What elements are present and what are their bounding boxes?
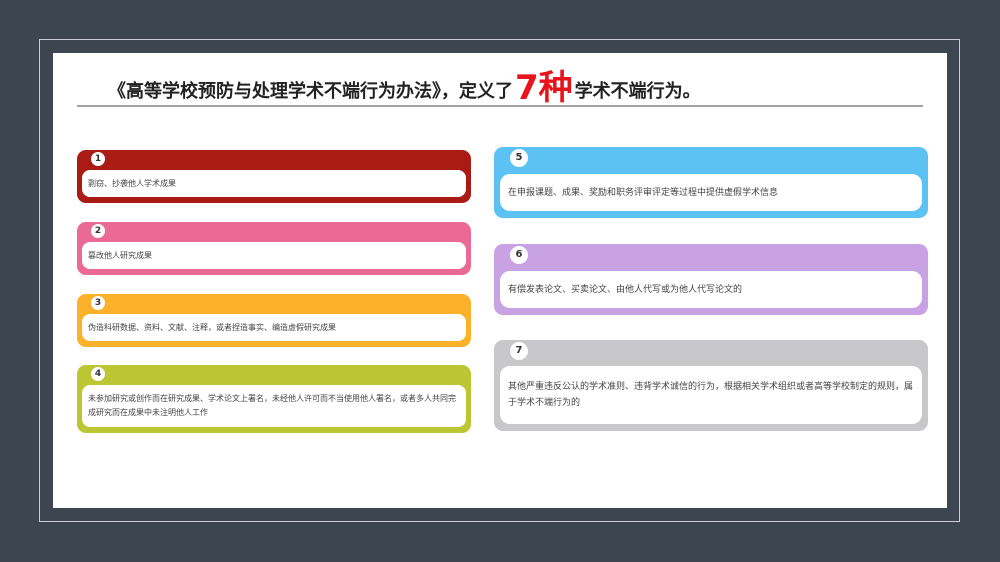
misconduct-card-4: 4 未参加研究或创作而在研究成果、学术论文上署名，未经他人许可而不当使用他人署名… xyxy=(77,365,471,433)
item-number-badge: 3 xyxy=(91,296,105,310)
item-text: 在申报课题、成果、奖励和职务评审评定等过程中提供虚假学术信息 xyxy=(500,174,922,211)
misconduct-card-6: 6 有偿发表论文、买卖论文、由他人代写或为他人代写论文的 xyxy=(494,244,928,315)
title-suffix: 学术不端行为。 xyxy=(574,81,701,102)
title-divider xyxy=(77,105,923,107)
misconduct-card-1: 1 剽窃、抄袭他人学术成果 xyxy=(77,150,471,203)
item-text: 篡改他人研究成果 xyxy=(82,242,466,269)
title-number: 7种 xyxy=(515,68,573,108)
item-text: 有偿发表论文、买卖论文、由他人代写或为他人代写论文的 xyxy=(500,271,922,308)
item-text: 剽窃、抄袭他人学术成果 xyxy=(82,170,466,197)
slide-title: 《高等学校预防与处理学术不端行为办法》，定义了 7种 学术不端行为。 xyxy=(108,67,701,107)
misconduct-card-3: 3 伪造科研数据、资料、文献、注释，或者捏造事实、编造虚假研究成果 xyxy=(77,294,471,347)
item-text: 未参加研究或创作而在研究成果、学术论文上署名，未经他人许可而不当使用他人署名，或… xyxy=(82,385,466,427)
item-number-badge: 1 xyxy=(91,152,105,166)
misconduct-card-5: 5 在申报课题、成果、奖励和职务评审评定等过程中提供虚假学术信息 xyxy=(494,147,928,218)
slide: 《高等学校预防与处理学术不端行为办法》，定义了 7种 学术不端行为。 1 剽窃、… xyxy=(53,53,947,508)
item-number-badge: 6 xyxy=(510,246,528,264)
item-number-badge: 2 xyxy=(91,224,105,238)
misconduct-card-2: 2 篡改他人研究成果 xyxy=(77,222,471,275)
item-number-badge: 7 xyxy=(510,342,528,360)
item-number-badge: 5 xyxy=(510,149,528,167)
item-text: 其他严重违反公认的学术准则、违背学术诚信的行为，根据相关学术组织或者高等学校制定… xyxy=(500,366,922,424)
item-number-badge: 4 xyxy=(91,367,105,381)
misconduct-card-7: 7 其他严重违反公认的学术准则、违背学术诚信的行为，根据相关学术组织或者高等学校… xyxy=(494,340,928,431)
title-prefix: 《高等学校预防与处理学术不端行为办法》，定义了 xyxy=(108,81,513,102)
item-text: 伪造科研数据、资料、文献、注释，或者捏造事实、编造虚假研究成果 xyxy=(82,314,466,341)
